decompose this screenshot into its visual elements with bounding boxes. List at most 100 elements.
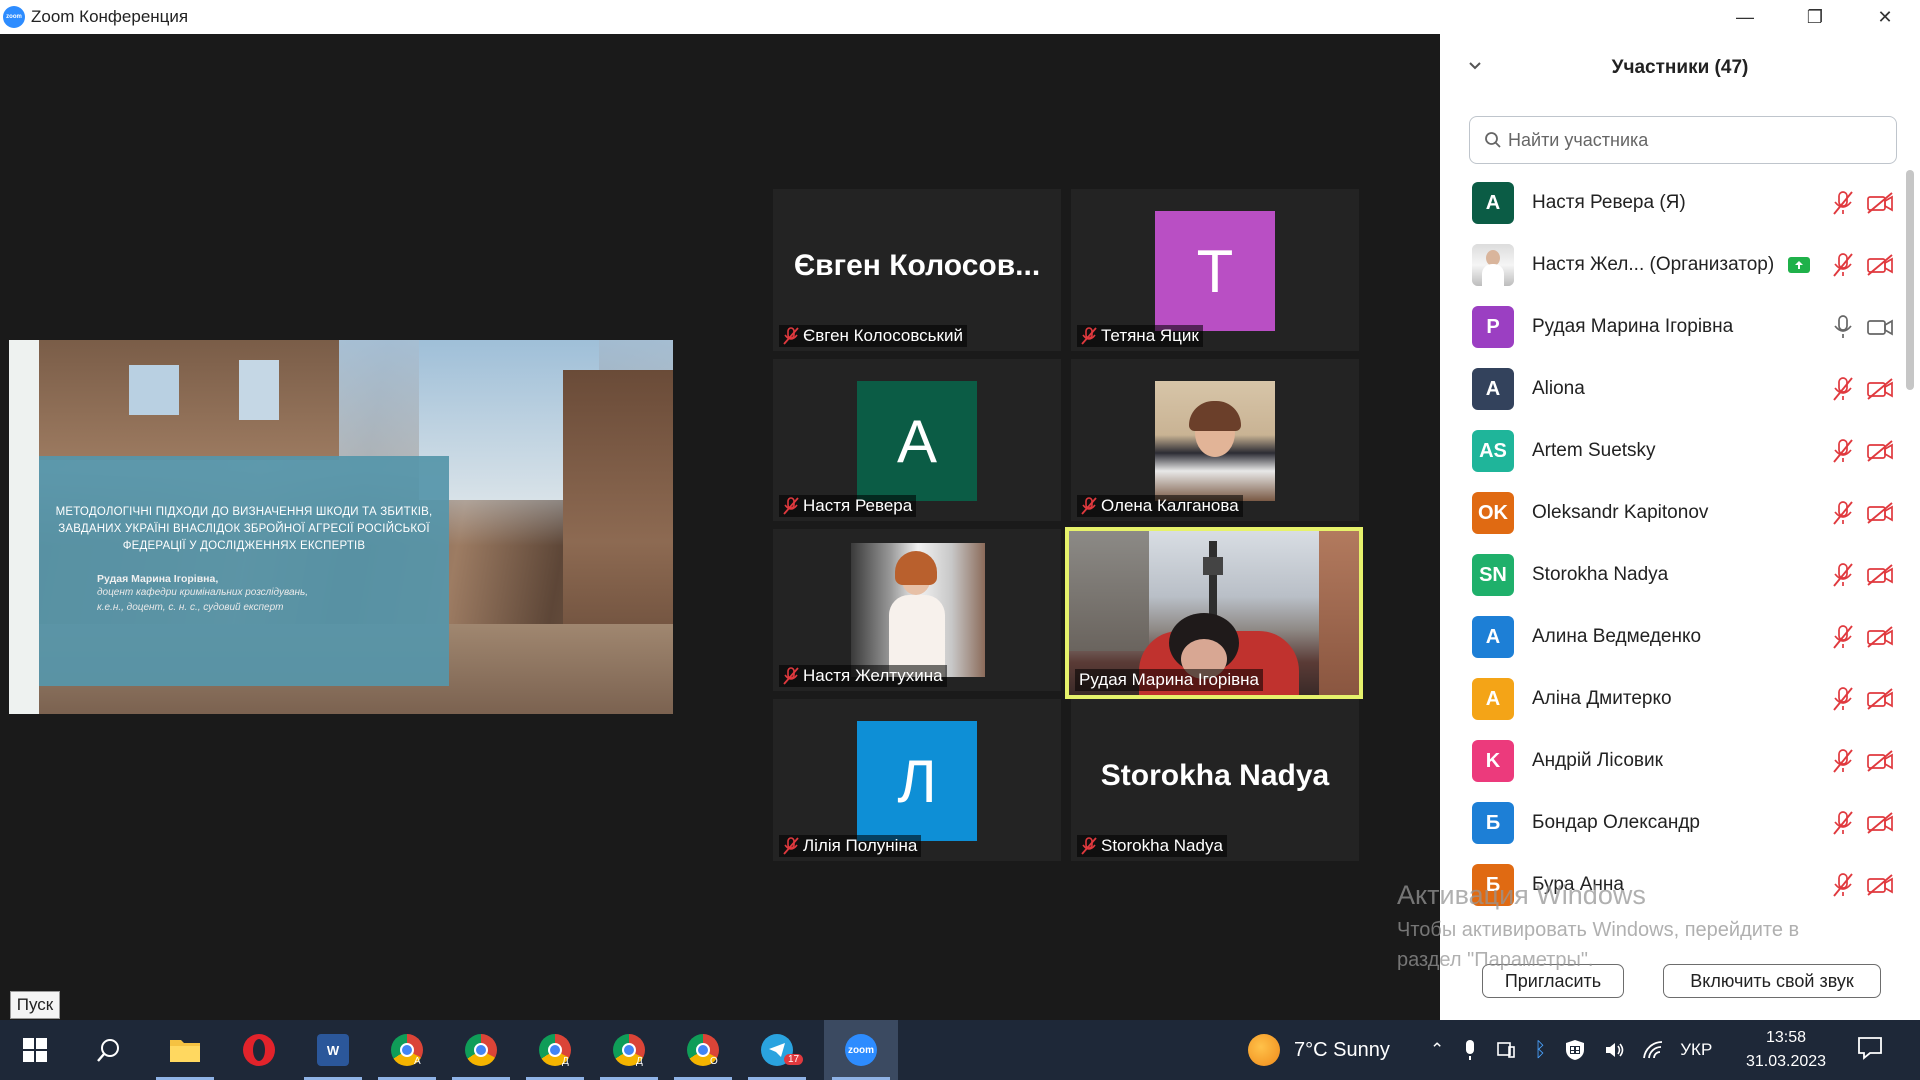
video-off-icon[interactable] [1866, 253, 1894, 277]
mic-muted-icon[interactable] [1832, 686, 1854, 712]
participant-row[interactable]: A Aliona [1440, 358, 1908, 420]
taskbar-file-explorer[interactable] [148, 1020, 222, 1080]
video-off-icon[interactable] [1866, 749, 1894, 773]
slide-author-role: доцент кафедри кримінальних розслідувань… [97, 587, 309, 613]
tile-name-tag: Storokha Nadya [1077, 835, 1227, 857]
security-shield-icon[interactable] [1564, 1039, 1586, 1061]
mic-muted-icon[interactable] [1832, 500, 1854, 526]
minimize-button[interactable]: — [1710, 0, 1780, 34]
participant-name: Настя Ревера (Я) [1532, 192, 1686, 213]
video-off-icon[interactable] [1866, 873, 1894, 897]
mic-muted-icon [783, 327, 799, 345]
participant-name: Рудая Марина Ігорівна [1532, 316, 1734, 337]
video-off-icon[interactable] [1866, 191, 1894, 215]
close-button[interactable]: ✕ [1850, 0, 1920, 34]
taskbar-telegram[interactable]: 17 [740, 1020, 814, 1080]
participant-row[interactable]: OK Oleksandr Kapitonov [1440, 482, 1908, 544]
participant-avatar: Б [1472, 802, 1514, 844]
tile-avatar: A [857, 381, 977, 501]
participant-row[interactable]: K Андрій Лісовик [1440, 730, 1908, 792]
system-tray: ⌃ ᛒ УКР [1430, 1020, 1712, 1080]
video-off-icon[interactable] [1866, 687, 1894, 711]
video-off-icon[interactable] [1866, 811, 1894, 835]
mic-muted-icon [1081, 497, 1097, 515]
chevron-up-icon[interactable]: ⌃ [1430, 1040, 1444, 1060]
word-icon: W [317, 1034, 349, 1066]
taskbar-chrome-3[interactable]: Д [518, 1020, 592, 1080]
sun-icon [1248, 1034, 1280, 1066]
chrome-profile-badge: A [414, 1056, 421, 1067]
participant-list-scrollbar[interactable] [1906, 170, 1914, 390]
participant-avatar: P [1472, 306, 1514, 348]
participant-row[interactable]: A Настя Ревера (Я) [1440, 172, 1908, 234]
weather-text: 7°C Sunny [1294, 1038, 1390, 1061]
video-tile[interactable]: Олена Калганова [1071, 359, 1359, 521]
watermark-line-3: раздел "Параметры". [1397, 949, 1594, 971]
start-button[interactable] [0, 1020, 70, 1080]
video-tile[interactable]: Євген Колосов... Євген Колосовський [773, 189, 1061, 351]
video-off-icon[interactable] [1866, 439, 1894, 463]
participants-title: Участники (47) [1611, 57, 1749, 78]
participant-row[interactable]: A Аліна Дмитерко [1440, 668, 1908, 730]
microphone-icon[interactable] [1832, 314, 1854, 340]
participant-search[interactable] [1469, 116, 1897, 164]
video-off-icon[interactable] [1866, 501, 1894, 525]
notification-center-button[interactable] [1856, 1034, 1884, 1067]
tile-display-name: Storokha Nadya [1100, 759, 1330, 792]
mic-muted-icon[interactable] [1832, 190, 1854, 216]
taskbar-chrome-5[interactable]: O [666, 1020, 740, 1080]
taskbar-clock[interactable]: 13:58 31.03.2023 [1744, 1026, 1828, 1074]
language-indicator[interactable]: УКР [1680, 1040, 1712, 1060]
shared-slide[interactable]: МЕТОДОЛОГІЧНІ ПІДХОДИ ДО ВИЗНАЧЕННЯ ШКОД… [9, 340, 673, 714]
video-off-icon[interactable] [1866, 377, 1894, 401]
notification-icon [1858, 1037, 1882, 1060]
video-off-icon[interactable] [1866, 563, 1894, 587]
mic-muted-icon[interactable] [1832, 438, 1854, 464]
video-tile[interactable]: A Настя Ревера [773, 359, 1061, 521]
participant-row[interactable]: Настя Жел... (Организатор) [1440, 234, 1908, 296]
participant-avatar: A [1472, 616, 1514, 658]
participant-row[interactable]: P Рудая Марина Ігорівна [1440, 296, 1908, 358]
display-icon[interactable] [1496, 1040, 1516, 1060]
video-tile[interactable]: Storokha Nadya Storokha Nadya [1071, 699, 1359, 861]
microphone-icon[interactable] [1462, 1038, 1478, 1062]
mic-muted-icon[interactable] [1832, 376, 1854, 402]
participant-row[interactable]: SN Storokha Nadya [1440, 544, 1908, 606]
video-off-icon[interactable] [1866, 625, 1894, 649]
video-tile[interactable]: Настя Желтухина [773, 529, 1061, 691]
volume-icon[interactable] [1604, 1040, 1626, 1060]
taskbar-chrome-4[interactable]: Д [592, 1020, 666, 1080]
chevron-down-icon[interactable] [1468, 58, 1482, 74]
mic-muted-icon[interactable] [1832, 748, 1854, 774]
taskbar-chrome-2[interactable] [444, 1020, 518, 1080]
participant-name: Бондар Олександр [1532, 812, 1700, 833]
participant-search-input[interactable] [1508, 129, 1888, 151]
participant-row[interactable]: Б Бондар Олександр [1440, 792, 1908, 854]
participant-row[interactable]: A Алина Ведмеденко [1440, 606, 1908, 668]
participant-list[interactable]: A Настя Ревера (Я) Настя Жел... (Организат… [1440, 172, 1908, 944]
video-tile[interactable]: Л Лілія Полуніна [773, 699, 1061, 861]
restore-button[interactable]: ❐ [1780, 0, 1850, 34]
mic-muted-icon[interactable] [1832, 624, 1854, 650]
search-icon [97, 1039, 119, 1062]
tile-avatar: Л [857, 721, 977, 841]
video-camera-icon[interactable] [1866, 315, 1894, 339]
participant-row[interactable]: AS Artem Suetsky [1440, 420, 1908, 482]
mic-muted-icon[interactable] [1832, 872, 1854, 898]
taskbar-search-button[interactable] [72, 1020, 146, 1080]
mic-muted-icon[interactable] [1832, 810, 1854, 836]
wifi-icon[interactable] [1642, 1040, 1664, 1060]
weather-widget[interactable]: 7°C Sunny [1248, 1034, 1390, 1066]
window-titlebar: zoom Zoom Конференция — ❐ ✕ [0, 0, 1920, 34]
mic-muted-icon[interactable] [1832, 252, 1854, 278]
chrome-icon [465, 1034, 497, 1066]
video-tile[interactable]: Т Тетяна Яцик [1071, 189, 1359, 351]
taskbar-opera[interactable] [222, 1020, 296, 1080]
taskbar-word[interactable]: W [296, 1020, 370, 1080]
mic-muted-icon [1081, 837, 1097, 855]
taskbar-zoom[interactable]: zoom [824, 1020, 898, 1080]
taskbar-chrome-1[interactable]: A [370, 1020, 444, 1080]
video-tile-speaking[interactable]: Рудая Марина Ігорівна [1065, 527, 1363, 699]
bluetooth-icon[interactable]: ᛒ [1534, 1039, 1546, 1062]
mic-muted-icon[interactable] [1832, 562, 1854, 588]
